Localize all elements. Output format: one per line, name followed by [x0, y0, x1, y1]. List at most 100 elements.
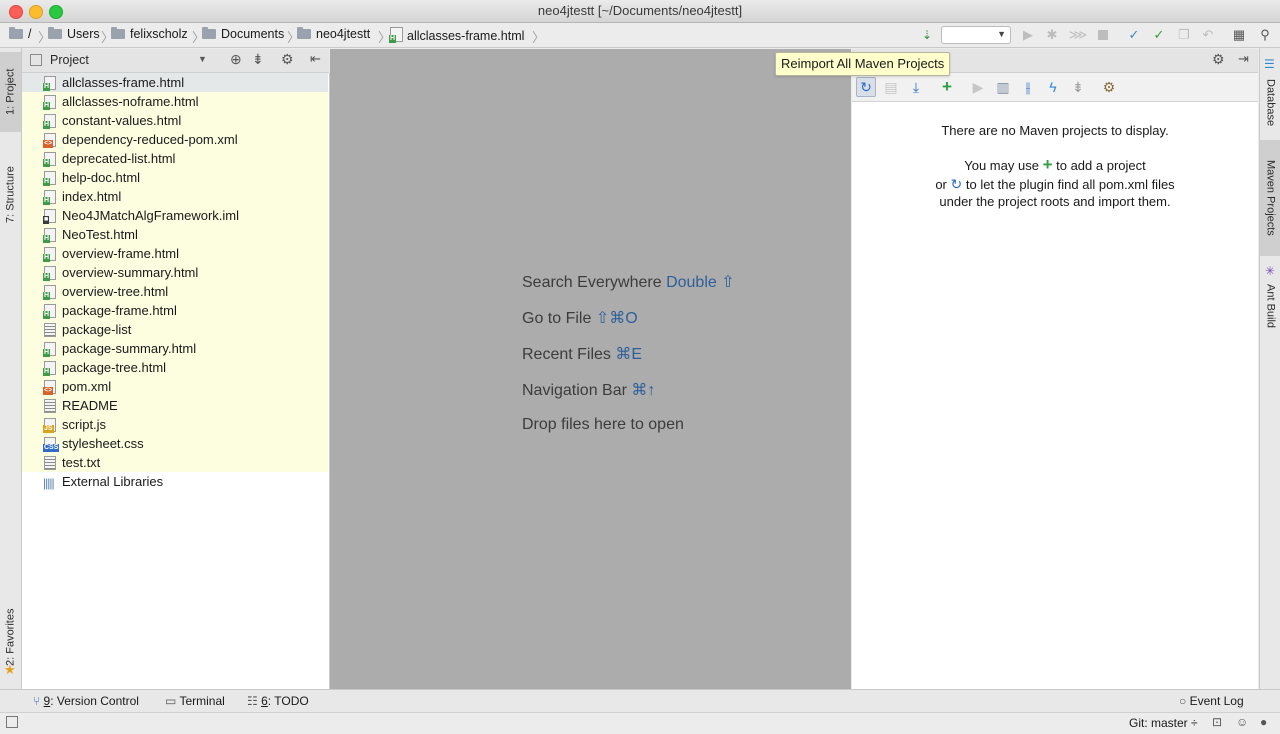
project-view-label[interactable]: Project — [50, 53, 89, 67]
notifications-icon[interactable]: ● — [1260, 715, 1267, 729]
breadcrumb-root[interactable]: / — [9, 27, 31, 41]
ant-icon: ✳ — [1265, 264, 1276, 278]
run-icon[interactable]: ▶ — [1021, 27, 1035, 42]
gear-icon[interactable]: ⚙ — [281, 51, 294, 68]
breadcrumb-felixscholz[interactable]: felixscholz — [111, 27, 188, 41]
star-icon: ★ — [4, 662, 16, 677]
execute-goal-icon[interactable]: ▥ — [994, 78, 1012, 96]
collapse-all-icon[interactable]: ⇟ — [1069, 78, 1087, 96]
hide-panel-icon[interactable]: ⇥ — [1238, 51, 1249, 67]
vcs-update-icon[interactable]: ✓ — [1127, 27, 1141, 42]
minimize-window-button[interactable] — [29, 5, 43, 19]
breadcrumb-users[interactable]: Users — [48, 27, 100, 41]
file-tree-item[interactable]: Hpackage-tree.html — [22, 358, 328, 377]
close-window-button[interactable] — [9, 5, 23, 19]
file-tree-item[interactable]: Hpackage-summary.html — [22, 339, 328, 358]
file-tree-item[interactable]: Hoverview-frame.html — [22, 244, 328, 263]
hint-recent-files: Recent Files ⌘E — [522, 346, 643, 363]
tab-maven-projects[interactable]: Maven Projects — [1260, 140, 1280, 256]
toggle-offline-icon[interactable]: ⫲ — [1019, 78, 1037, 96]
file-name: package-summary.html — [62, 341, 197, 356]
file-tree-item[interactable]: Hconstant-values.html — [22, 111, 328, 130]
chevron-down-icon[interactable]: ▼ — [198, 54, 207, 64]
breadcrumb-file[interactable]: Hallclasses-frame.html — [389, 27, 524, 43]
file-name: allclasses-noframe.html — [62, 94, 199, 109]
file-name: dependency-reduced-pom.xml — [62, 132, 238, 147]
stop-icon[interactable] — [1096, 28, 1110, 42]
css-file-icon: CSS — [43, 437, 60, 452]
version-control-icon: ⑂ — [33, 694, 41, 708]
text-file-icon — [44, 323, 56, 337]
tab-event-log[interactable]: ○ Event Log — [1179, 694, 1244, 708]
generate-sources-icon[interactable]: ▤ — [882, 78, 900, 96]
project-tree: Hallclasses-frame.html Hallclasses-nofram… — [22, 73, 330, 689]
zoom-window-button[interactable] — [49, 5, 63, 19]
html-file-icon: H — [43, 247, 56, 262]
run-icon[interactable]: ▶ — [969, 78, 987, 96]
file-tree-item[interactable]: Hhelp-doc.html — [22, 168, 328, 187]
lock-icon[interactable]: ⊡ — [1212, 715, 1222, 729]
search-icon[interactable]: ⚲ — [1258, 27, 1272, 42]
folder-icon — [48, 27, 62, 39]
skip-tests-icon[interactable]: ϟ — [1044, 78, 1062, 96]
file-tree-item[interactable]: JS script.js — [22, 415, 328, 434]
inspector-icon[interactable]: ☺ — [1236, 715, 1248, 729]
text-file-icon — [44, 456, 56, 470]
file-name: package-frame.html — [62, 303, 177, 318]
add-maven-project-icon[interactable]: + — [938, 77, 956, 96]
breadcrumb-documents[interactable]: Documents — [202, 27, 284, 41]
maven-settings-icon[interactable]: ⚙ — [1100, 78, 1118, 96]
file-tree-item[interactable]: ■ Neo4JMatchAlgFramework.iml — [22, 206, 328, 225]
download-sources-icon[interactable]: ⤓ — [907, 78, 925, 96]
file-name: script.js — [62, 417, 107, 432]
reimport-all-icon[interactable]: ↻ — [856, 77, 876, 97]
debug-icon[interactable]: ✱ — [1045, 27, 1059, 42]
vcs-commit-icon[interactable]: ✓ — [1152, 27, 1166, 42]
project-structure-icon[interactable]: ▦ — [1232, 27, 1246, 42]
build-sort-icon[interactable]: ⇣ — [920, 28, 934, 42]
file-name: package-list — [62, 322, 132, 337]
locate-file-icon[interactable]: ⊕ — [230, 51, 242, 68]
file-tree-item[interactable]: package-list — [22, 320, 328, 339]
breadcrumb-neo4jtestt[interactable]: neo4jtestt — [297, 27, 370, 41]
file-tree-item[interactable]: Hoverview-tree.html — [22, 282, 328, 301]
hide-panel-icon[interactable]: ⇤ — [310, 51, 321, 67]
file-tree-item[interactable]: CSS stylesheet.css — [22, 434, 328, 453]
external-libraries-item[interactable]: ||||| External Libraries — [22, 472, 328, 491]
collapse-all-icon[interactable]: ⇟ — [252, 51, 264, 68]
file-tree-item[interactable]: Hallclasses-noframe.html — [22, 92, 328, 111]
tab-todo[interactable]: ☷ 6: TODO — [247, 694, 309, 708]
git-branch-widget[interactable]: Git: master ÷ — [1129, 716, 1198, 730]
vcs-revert-icon[interactable]: ↶ — [1201, 27, 1215, 42]
add-icon[interactable]: + — [1043, 155, 1053, 174]
tab-terminal[interactable]: ▭ Terminal — [165, 694, 225, 708]
tool-windows-toggle-icon[interactable] — [6, 716, 18, 728]
run-configuration-select[interactable]: ▼ — [941, 26, 1011, 44]
maven-toolbar: ↻ ▤ ⤓ + ▶ ▥ ⫲ ϟ ⇟ ⚙ — [852, 73, 1258, 102]
file-name: overview-tree.html — [62, 284, 169, 299]
html-file-icon: H — [43, 361, 56, 376]
file-tree-item[interactable]: test.txt — [22, 453, 328, 472]
file-tree-item[interactable]: README — [22, 396, 328, 415]
file-tree-item[interactable]: Hoverview-summary.html — [22, 263, 328, 282]
tab-database[interactable]: Database — [1260, 74, 1280, 132]
file-tree-item[interactable]: Hdeprecated-list.html — [22, 149, 328, 168]
file-tree-item[interactable]: <> pom.xml — [22, 377, 328, 396]
tab-ant-build[interactable]: Ant Build — [1260, 280, 1280, 332]
tab-project[interactable]: 1: Project — [0, 52, 21, 132]
file-name: help-doc.html — [62, 170, 141, 185]
tab-structure[interactable]: 7: Structure — [0, 140, 21, 250]
vcs-compare-icon[interactable]: ❐ — [1177, 27, 1191, 42]
file-tree-item[interactable]: H NeoTest.html — [22, 225, 328, 244]
status-bar: Git: master ÷ ⊡ ☺ ● — [0, 712, 1280, 734]
coverage-icon[interactable]: ⋙ — [1069, 27, 1088, 42]
gear-icon[interactable]: ⚙ — [1212, 51, 1225, 68]
file-tree-item[interactable]: Hindex.html — [22, 187, 328, 206]
file-tree-item[interactable]: Hallclasses-frame.html — [22, 73, 328, 92]
maven-empty-line4: under the project roots and import them. — [939, 194, 1171, 209]
file-tree-item[interactable]: Hpackage-frame.html — [22, 301, 328, 320]
tab-version-control[interactable]: ⑂ 9: Version Control — [33, 694, 139, 708]
file-tree-item[interactable]: <> dependency-reduced-pom.xml — [22, 130, 328, 149]
window-title-bar: neo4jtestt [~/Documents/neo4jtestt] — [0, 0, 1280, 23]
reimport-icon[interactable]: ↻ — [951, 176, 963, 192]
